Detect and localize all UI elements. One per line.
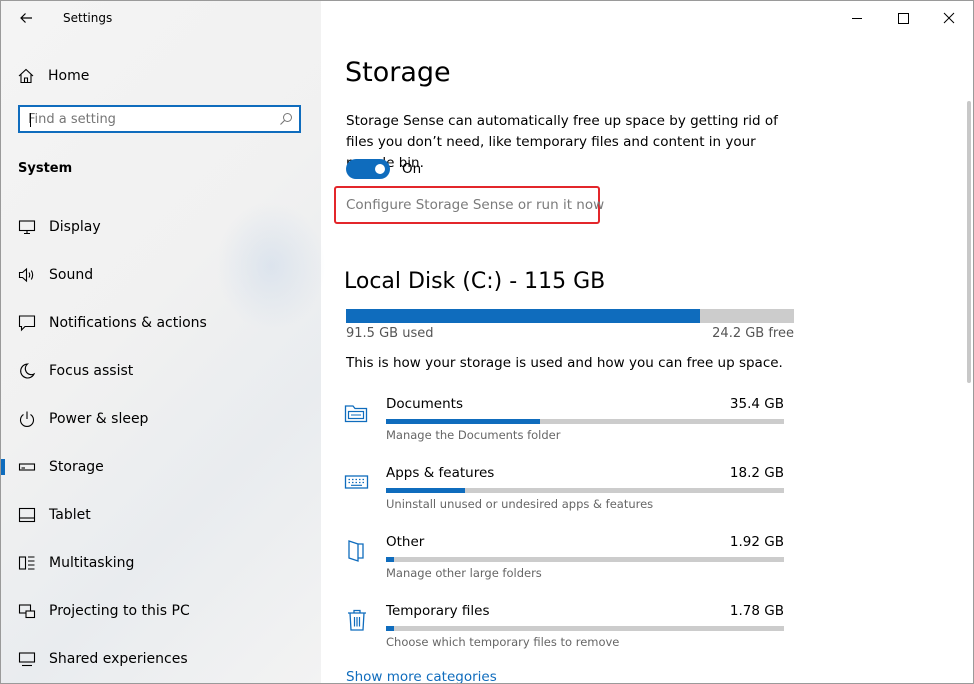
category-subtitle: Uninstall unused or undesired apps & fea…	[386, 497, 654, 511]
sidebar-item-label: Multitasking	[49, 555, 135, 571]
notification-icon	[18, 315, 36, 332]
category-size: 35.4 GB	[729, 396, 784, 412]
category-documents[interactable]: Documents 35.4 GB Manage the Documents f…	[344, 395, 786, 455]
sidebar-item-focus-assist[interactable]: Focus assist	[1, 347, 321, 395]
category-usage-fill	[386, 557, 395, 562]
disk-title: Local Disk (C:) - 115 GB	[344, 269, 606, 294]
display-icon	[18, 220, 36, 235]
search-box[interactable]	[18, 105, 301, 133]
power-icon	[19, 411, 35, 428]
sidebar-item-label: Shared experiences	[49, 651, 188, 667]
sidebar: Settings Home System Display	[1, 1, 326, 683]
sidebar-item-label: Storage	[49, 459, 104, 475]
text-caret	[30, 113, 31, 127]
category-usage-fill	[386, 626, 394, 631]
section-title: System	[18, 161, 73, 176]
home-label: Home	[48, 68, 90, 84]
sidebar-item-tablet[interactable]: Tablet	[1, 491, 321, 539]
toggle-state-label: On	[402, 161, 422, 177]
category-usage-bar	[386, 488, 784, 493]
page-title: Storage	[345, 57, 451, 88]
documents-folder-icon	[344, 405, 368, 423]
sidebar-item-storage[interactable]: Storage	[1, 443, 321, 491]
category-subtitle: Manage other large folders	[386, 566, 542, 580]
storage-sense-toggle[interactable]	[346, 159, 390, 179]
storage-icon	[18, 463, 36, 471]
apps-keyboard-icon	[344, 475, 369, 489]
back-button[interactable]	[15, 7, 37, 29]
category-usage-bar	[386, 419, 784, 424]
configure-storage-sense-link[interactable]: Configure Storage Sense or run it now	[346, 197, 604, 213]
sidebar-item-label: Power & sleep	[49, 411, 149, 427]
moon-icon	[20, 363, 36, 379]
speaker-icon	[18, 267, 34, 283]
category-apps-features[interactable]: Apps & features 18.2 GB Uninstall unused…	[344, 464, 786, 524]
multitasking-icon	[18, 556, 35, 570]
search-input[interactable]	[28, 111, 268, 127]
sidebar-item-label: Display	[49, 219, 101, 235]
tablet-icon	[18, 507, 36, 523]
trash-icon	[348, 609, 366, 631]
category-usage-fill	[386, 488, 466, 493]
sidebar-item-display[interactable]: Display	[1, 203, 321, 251]
disk-usage-fill	[346, 309, 700, 323]
sidebar-item-shared-experiences[interactable]: Shared experiences	[1, 635, 321, 683]
disk-free-label: 24.2 GB free	[712, 326, 794, 341]
home-nav-item[interactable]: Home	[17, 65, 89, 87]
shared-experiences-icon	[18, 652, 36, 667]
category-size: 1.78 GB	[729, 603, 784, 619]
category-temporary-files[interactable]: Temporary files 1.78 GB Choose which tem…	[344, 602, 786, 662]
category-other[interactable]: Other 1.92 GB Manage other large folders	[344, 533, 786, 593]
storage-page: Storage Storage Sense can automatically …	[322, 1, 967, 683]
category-size: 1.92 GB	[729, 534, 784, 550]
search-icon[interactable]	[279, 112, 293, 126]
sidebar-item-notifications[interactable]: Notifications & actions	[1, 299, 321, 347]
category-size: 18.2 GB	[729, 465, 784, 481]
category-name: Other	[386, 534, 425, 550]
back-arrow-icon	[20, 13, 32, 23]
usage-intro-text: This is how your storage is used and how…	[346, 355, 783, 371]
toggle-knob	[375, 164, 385, 174]
category-usage-fill	[386, 419, 541, 424]
sidebar-item-label: Focus assist	[49, 363, 134, 379]
category-name: Documents	[386, 396, 463, 412]
app-title: Settings	[63, 11, 113, 25]
other-folder-icon	[348, 540, 364, 562]
category-name: Apps & features	[386, 465, 495, 481]
category-name: Temporary files	[386, 603, 490, 619]
sidebar-item-label: Projecting to this PC	[49, 603, 190, 619]
disk-usage-bar	[346, 309, 794, 323]
category-usage-bar	[386, 557, 784, 562]
sidebar-item-label: Sound	[49, 267, 94, 283]
category-subtitle: Choose which temporary files to remove	[386, 635, 620, 649]
category-subtitle: Manage the Documents folder	[386, 428, 561, 442]
sidebar-item-projecting[interactable]: Projecting to this PC	[1, 587, 321, 635]
sidebar-item-label: Tablet	[49, 507, 91, 523]
sidebar-item-power-sleep[interactable]: Power & sleep	[1, 395, 321, 443]
sidebar-nav: Display Sound Notifications & actions Fo…	[1, 203, 321, 683]
sidebar-item-multitasking[interactable]: Multitasking	[1, 539, 321, 587]
sidebar-item-label: Notifications & actions	[49, 315, 207, 331]
sidebar-item-sound[interactable]: Sound	[1, 251, 321, 299]
settings-window: Settings Home System Display	[0, 0, 974, 684]
disk-used-label: 91.5 GB used	[346, 326, 434, 341]
show-more-categories-link[interactable]: Show more categories	[346, 669, 497, 683]
vertical-scrollbar[interactable]	[967, 101, 971, 383]
category-usage-bar	[386, 626, 784, 631]
projecting-icon	[18, 604, 36, 619]
home-icon	[18, 68, 34, 84]
